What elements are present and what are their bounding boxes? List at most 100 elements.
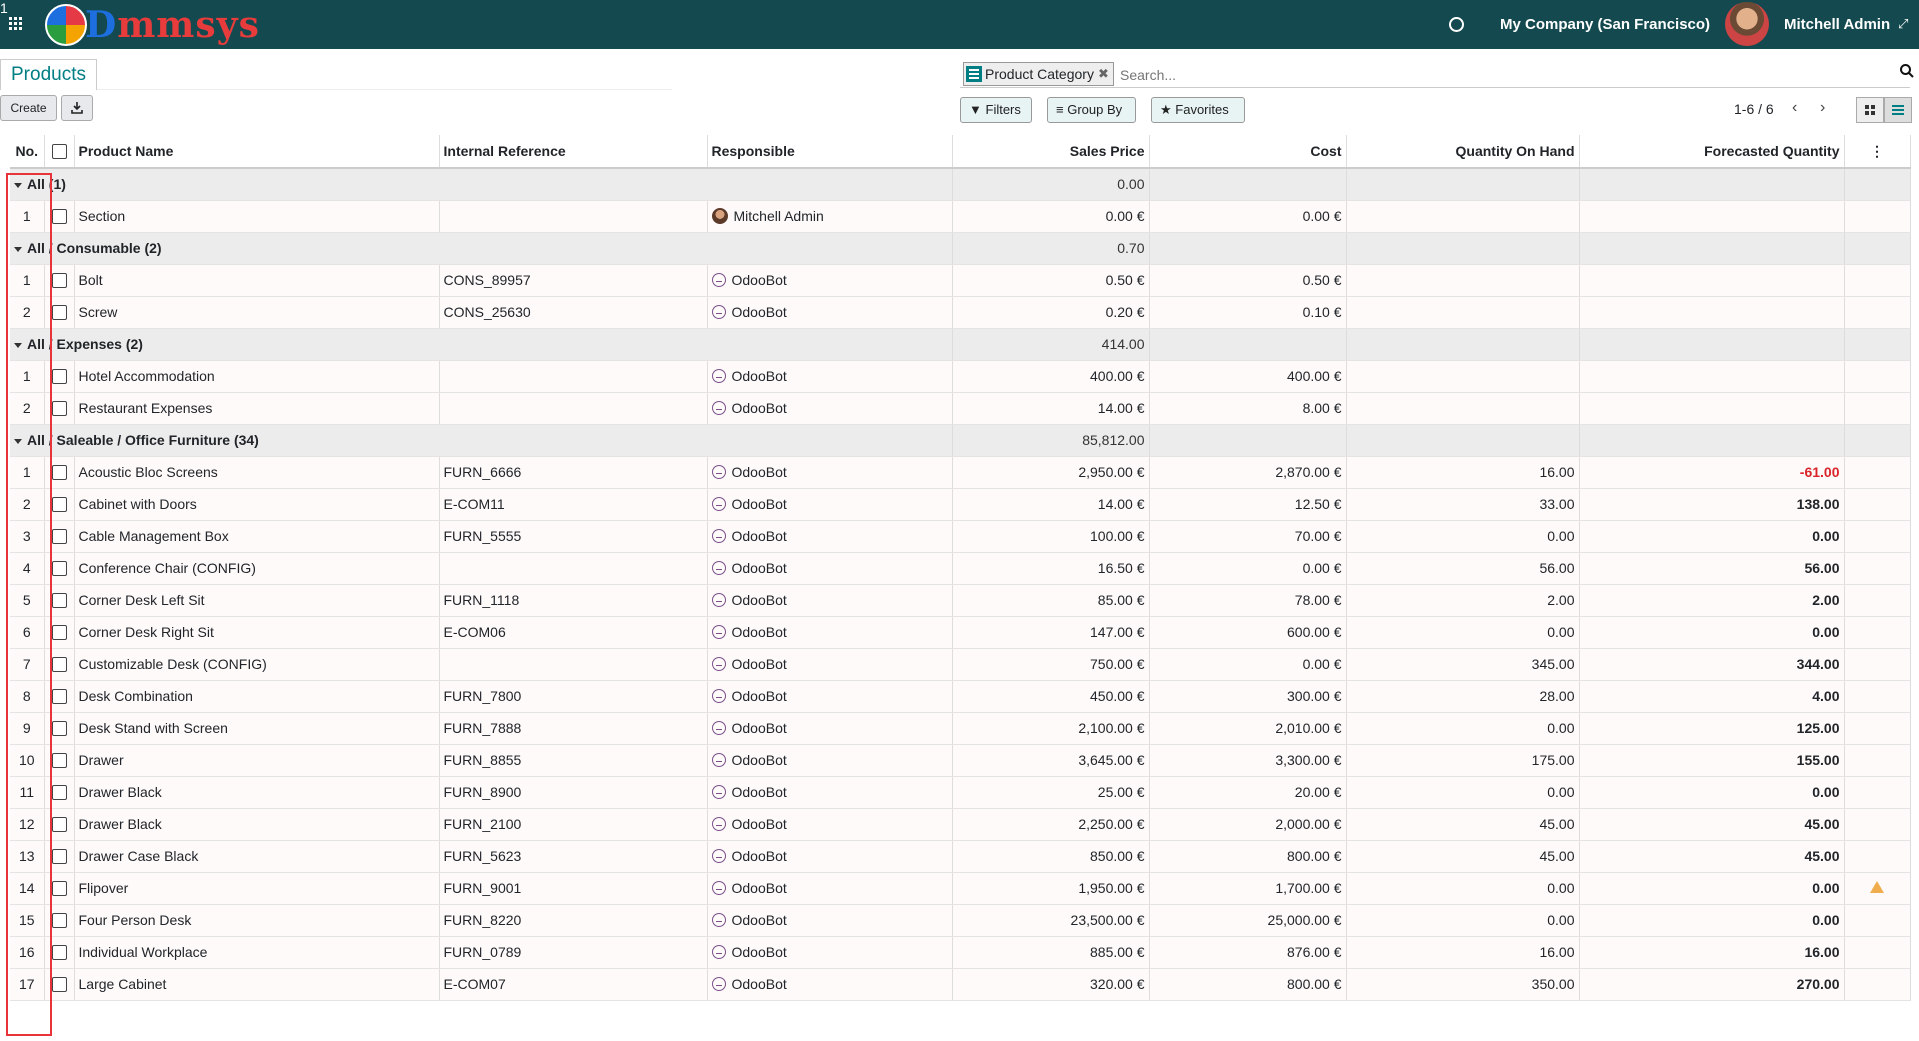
responsible-cell[interactable]: OdooBot (707, 264, 953, 297)
responsible-cell[interactable]: OdooBot (707, 680, 953, 713)
group-label-cell[interactable]: All / Expenses (2) (10, 328, 953, 361)
user-avatar[interactable] (1725, 2, 1769, 46)
responsible-cell[interactable]: Mitchell Admin (707, 200, 953, 233)
pager-value[interactable]: 1-6 / 6 (1734, 101, 1774, 117)
row-checkbox[interactable] (51, 401, 67, 417)
create-button[interactable]: Create (0, 95, 57, 121)
responsible[interactable]: OdooBot (711, 368, 948, 384)
kanban-view-button[interactable] (1856, 97, 1884, 123)
group-by-button[interactable]: ≡ Group By (1047, 97, 1136, 123)
table-row[interactable]: 2 Restaurant Expenses OdooBot 14.00 €8.00 € (10, 392, 1911, 425)
table-row[interactable]: 6 Corner Desk Right Sit E-COM06 OdooBot 147.… (10, 616, 1911, 649)
row-select-cell[interactable] (44, 904, 75, 937)
row-checkbox[interactable] (51, 369, 67, 385)
responsible-cell[interactable]: OdooBot (707, 456, 953, 489)
table-row[interactable]: 15 Four Person Desk FURN_8220 OdooBot 23,500… (10, 904, 1911, 937)
optional-columns-toggle[interactable]: ⋮ (1844, 135, 1911, 169)
table-row[interactable]: 7 Customizable Desk (CONFIG) OdooBot 750.00… (10, 648, 1911, 681)
table-row[interactable]: 14 Flipover FURN_9001 OdooBot 1,950.00 €1,70… (10, 872, 1911, 905)
responsible-cell[interactable]: OdooBot (707, 488, 953, 521)
col-sales-price-header[interactable]: Sales Price (952, 135, 1150, 169)
row-select-cell[interactable] (44, 360, 75, 393)
row-select-cell[interactable] (44, 456, 75, 489)
table-row[interactable]: 1 Hotel Accommodation OdooBot 400.00 €400.0… (10, 360, 1911, 393)
responsible-cell[interactable]: OdooBot (707, 552, 953, 585)
row-checkbox[interactable] (51, 913, 67, 929)
product-name[interactable]: Customizable Desk (CONFIG) (74, 648, 440, 681)
col-responsible-header[interactable]: Responsible (707, 135, 953, 169)
responsible[interactable]: OdooBot (711, 496, 948, 512)
responsible[interactable]: OdooBot (711, 464, 948, 480)
responsible[interactable]: OdooBot (711, 720, 948, 736)
responsible-cell[interactable]: OdooBot (707, 392, 953, 425)
product-name[interactable]: Restaurant Expenses (74, 392, 440, 425)
export-button[interactable] (61, 95, 93, 121)
row-select-cell[interactable] (44, 488, 75, 521)
row-checkbox[interactable] (51, 721, 67, 737)
table-row[interactable]: 17 Large Cabinet E-COM07 OdooBot 320.00 €800… (10, 968, 1911, 1001)
search-facet[interactable]: Product Category ✖ (963, 62, 1114, 86)
responsible[interactable]: OdooBot (711, 688, 948, 704)
select-all-cell[interactable] (44, 135, 75, 169)
user-menu[interactable]: Mitchell Admin (1784, 0, 1890, 49)
responsible-cell[interactable]: OdooBot (707, 616, 953, 649)
responsible-cell[interactable]: OdooBot (707, 872, 953, 905)
row-checkbox[interactable] (51, 657, 67, 673)
row-checkbox[interactable] (51, 625, 67, 641)
product-name[interactable]: Drawer Black (74, 776, 440, 809)
row-select-cell[interactable] (44, 264, 75, 297)
responsible[interactable]: OdooBot (711, 528, 948, 544)
group-row[interactable]: All / Expenses (2) 414.00 (10, 328, 1911, 361)
group-row[interactable]: All / Saleable / Office Furniture (34) 85… (10, 424, 1911, 457)
responsible[interactable]: OdooBot (711, 592, 948, 608)
row-select-cell[interactable] (44, 936, 75, 969)
product-name[interactable]: Drawer Case Black (74, 840, 440, 873)
product-name[interactable]: Desk Stand with Screen (74, 712, 440, 745)
responsible[interactable]: OdooBot (711, 624, 948, 640)
table-row[interactable]: 12 Drawer Black FURN_2100 OdooBot 2,250.00 €… (10, 808, 1911, 841)
responsible-cell[interactable]: OdooBot (707, 520, 953, 553)
apps-menu-icon[interactable] (9, 17, 25, 33)
select-all-checkbox[interactable] (51, 144, 67, 160)
row-checkbox[interactable] (51, 817, 67, 833)
table-row[interactable]: 16 Individual Workplace FURN_0789 OdooBot 88… (10, 936, 1911, 969)
row-select-cell[interactable] (44, 200, 75, 233)
product-name[interactable]: Bolt (74, 264, 440, 297)
row-select-cell[interactable] (44, 744, 75, 777)
product-name[interactable]: Individual Workplace (74, 936, 440, 969)
row-select-cell[interactable] (44, 584, 75, 617)
product-name[interactable]: Four Person Desk (74, 904, 440, 937)
col-internal-ref-header[interactable]: Internal Reference (439, 135, 708, 169)
row-checkbox[interactable] (51, 273, 67, 289)
row-checkbox[interactable] (51, 689, 67, 705)
row-select-cell[interactable] (44, 392, 75, 425)
responsible[interactable]: OdooBot (711, 944, 948, 960)
group-label-cell[interactable]: All / Consumable (2) (10, 232, 953, 265)
product-name[interactable]: Cable Management Box (74, 520, 440, 553)
activity-button[interactable] (1449, 0, 1464, 49)
list-view-button[interactable] (1884, 97, 1912, 123)
row-checkbox[interactable] (51, 945, 67, 961)
row-select-cell[interactable] (44, 552, 75, 585)
responsible-cell[interactable]: OdooBot (707, 648, 953, 681)
search-input[interactable] (1118, 63, 1882, 87)
responsible[interactable]: OdooBot (711, 912, 948, 928)
row-select-cell[interactable] (44, 872, 75, 905)
row-select-cell[interactable] (44, 296, 75, 329)
product-name[interactable]: Screw (74, 296, 440, 329)
responsible-cell[interactable]: OdooBot (707, 744, 953, 777)
table-row[interactable]: 8 Desk Combination FURN_7800 OdooBot 450.00 … (10, 680, 1911, 713)
row-checkbox[interactable] (51, 753, 67, 769)
responsible[interactable]: Mitchell Admin (711, 208, 948, 224)
row-checkbox[interactable] (51, 561, 67, 577)
row-select-cell[interactable] (44, 648, 75, 681)
chevron-right-icon[interactable]: › (1820, 99, 1825, 117)
product-name[interactable]: Section (74, 200, 440, 233)
table-row[interactable]: 13 Drawer Case Black FURN_5623 OdooBot 850.0… (10, 840, 1911, 873)
row-select-cell[interactable] (44, 520, 75, 553)
responsible-cell[interactable]: OdooBot (707, 840, 953, 873)
row-checkbox[interactable] (51, 881, 67, 897)
responsible[interactable]: OdooBot (711, 880, 948, 896)
table-row[interactable]: 1 Section Mitchell Admin 0.00 €0.00 € (10, 200, 1911, 233)
row-select-cell[interactable] (44, 616, 75, 649)
